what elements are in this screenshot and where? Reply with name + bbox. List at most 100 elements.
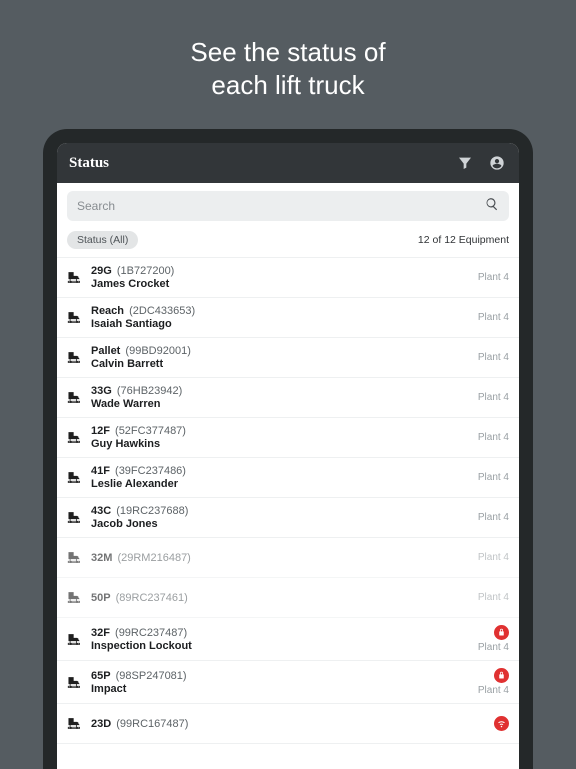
lock-icon — [494, 668, 509, 683]
row-meta — [494, 716, 509, 731]
operator-name: Isaiah Santiago — [91, 318, 478, 330]
forklift-icon — [61, 350, 87, 365]
forklift-icon — [61, 675, 87, 690]
row-text: Reach (2DC433653)Isaiah Santiago — [87, 305, 478, 330]
equipment-title: 32F (99RC237487) — [91, 627, 478, 639]
equipment-title: Reach (2DC433653) — [91, 305, 478, 317]
list-item[interactable]: 32M (29RM216487)Plant 4 — [57, 538, 519, 578]
location-label: Plant 4 — [478, 272, 509, 283]
equipment-title: Pallet (99BD92001) — [91, 345, 478, 357]
operator-name: Leslie Alexander — [91, 478, 478, 490]
app-screen: Status Status (All) 12 of 12 Equipment 2… — [57, 143, 519, 769]
operator-name: Inspection Lockout — [91, 640, 478, 652]
operator-name: Guy Hawkins — [91, 438, 478, 450]
app-header: Status — [57, 143, 519, 183]
list-item[interactable]: 23D (99RC167487) — [57, 704, 519, 744]
equipment-title: 65P (98SP247081) — [91, 670, 478, 682]
equipment-title: 43C (19RC237688) — [91, 505, 478, 517]
forklift-icon — [61, 716, 87, 731]
list-item[interactable]: 41F (39FC237486)Leslie AlexanderPlant 4 — [57, 458, 519, 498]
forklift-icon — [61, 550, 87, 565]
promo-line2: each lift truck — [0, 69, 576, 102]
row-text: 12F (52FC377487)Guy Hawkins — [87, 425, 478, 450]
forklift-icon — [61, 270, 87, 285]
row-text: 50P (89RC237461) — [87, 592, 478, 604]
list-item[interactable]: 50P (89RC237461)Plant 4 — [57, 578, 519, 618]
search-input[interactable] — [77, 199, 485, 213]
row-meta: Plant 4 — [478, 352, 509, 363]
row-meta: Plant 4 — [478, 392, 509, 403]
list-item[interactable]: Pallet (99BD92001)Calvin BarrettPlant 4 — [57, 338, 519, 378]
row-text: 29G (1B727200)James Crocket — [87, 265, 478, 290]
forklift-icon — [61, 470, 87, 485]
equipment-title: 33G (76HB23942) — [91, 385, 478, 397]
operator-name: Calvin Barrett — [91, 358, 478, 370]
list-item[interactable]: 12F (52FC377487)Guy HawkinsPlant 4 — [57, 418, 519, 458]
location-label: Plant 4 — [478, 685, 509, 696]
lock-icon — [494, 625, 509, 640]
list-item[interactable]: 29G (1B727200)James CrocketPlant 4 — [57, 257, 519, 298]
location-label: Plant 4 — [478, 312, 509, 323]
equipment-title: 23D (99RC167487) — [91, 718, 494, 730]
forklift-icon — [61, 310, 87, 325]
location-label: Plant 4 — [478, 352, 509, 363]
row-text: 32M (29RM216487) — [87, 552, 478, 564]
row-meta: Plant 4 — [478, 472, 509, 483]
row-text: 32F (99RC237487)Inspection Lockout — [87, 627, 478, 652]
operator-name: Jacob Jones — [91, 518, 478, 530]
list-item[interactable]: 65P (98SP247081)ImpactPlant 4 — [57, 661, 519, 704]
row-meta: Plant 4 — [478, 552, 509, 563]
status-list[interactable]: 29G (1B727200)James CrocketPlant 4Reach … — [57, 257, 519, 769]
list-item[interactable]: 32F (99RC237487)Inspection LockoutPlant … — [57, 618, 519, 661]
equipment-count: 12 of 12 Equipment — [418, 234, 509, 246]
equipment-title: 41F (39FC237486) — [91, 465, 478, 477]
tablet-frame: Status Status (All) 12 of 12 Equipment 2… — [43, 129, 533, 769]
forklift-icon — [61, 510, 87, 525]
equipment-title: 29G (1B727200) — [91, 265, 478, 277]
location-label: Plant 4 — [478, 512, 509, 523]
equipment-title: 50P (89RC237461) — [91, 592, 478, 604]
list-item[interactable]: 43C (19RC237688)Jacob JonesPlant 4 — [57, 498, 519, 538]
search-container — [57, 183, 519, 225]
location-label: Plant 4 — [478, 552, 509, 563]
forklift-icon — [61, 390, 87, 405]
forklift-icon — [61, 632, 87, 647]
row-text: 41F (39FC237486)Leslie Alexander — [87, 465, 478, 490]
location-label: Plant 4 — [478, 642, 509, 653]
equipment-title: 32M (29RM216487) — [91, 552, 478, 564]
row-text: 43C (19RC237688)Jacob Jones — [87, 505, 478, 530]
status-filter-chip[interactable]: Status (All) — [67, 231, 138, 249]
row-meta: Plant 4 — [478, 312, 509, 323]
filter-row: Status (All) 12 of 12 Equipment — [57, 225, 519, 257]
location-label: Plant 4 — [478, 472, 509, 483]
equipment-title: 12F (52FC377487) — [91, 425, 478, 437]
location-label: Plant 4 — [478, 392, 509, 403]
row-meta: Plant 4 — [478, 512, 509, 523]
row-text: 23D (99RC167487) — [87, 718, 494, 730]
wifi-icon — [494, 716, 509, 731]
row-text: 65P (98SP247081)Impact — [87, 670, 478, 695]
operator-name: Impact — [91, 683, 478, 695]
row-text: 33G (76HB23942)Wade Warren — [87, 385, 478, 410]
list-item[interactable]: Reach (2DC433653)Isaiah SantiagoPlant 4 — [57, 298, 519, 338]
row-meta: Plant 4 — [478, 625, 509, 653]
row-meta: Plant 4 — [478, 668, 509, 696]
operator-name: Wade Warren — [91, 398, 478, 410]
operator-name: James Crocket — [91, 278, 478, 290]
search-bar[interactable] — [67, 191, 509, 221]
search-icon — [485, 197, 499, 216]
location-label: Plant 4 — [478, 592, 509, 603]
row-meta: Plant 4 — [478, 432, 509, 443]
profile-icon[interactable] — [487, 153, 507, 173]
location-label: Plant 4 — [478, 432, 509, 443]
page-title: Status — [69, 155, 443, 172]
list-item[interactable]: 33G (76HB23942)Wade WarrenPlant 4 — [57, 378, 519, 418]
forklift-icon — [61, 590, 87, 605]
row-meta: Plant 4 — [478, 592, 509, 603]
promo-title: See the status of each lift truck — [0, 0, 576, 129]
row-meta: Plant 4 — [478, 272, 509, 283]
filter-icon[interactable] — [455, 153, 475, 173]
row-text: Pallet (99BD92001)Calvin Barrett — [87, 345, 478, 370]
promo-line1: See the status of — [0, 36, 576, 69]
forklift-icon — [61, 430, 87, 445]
